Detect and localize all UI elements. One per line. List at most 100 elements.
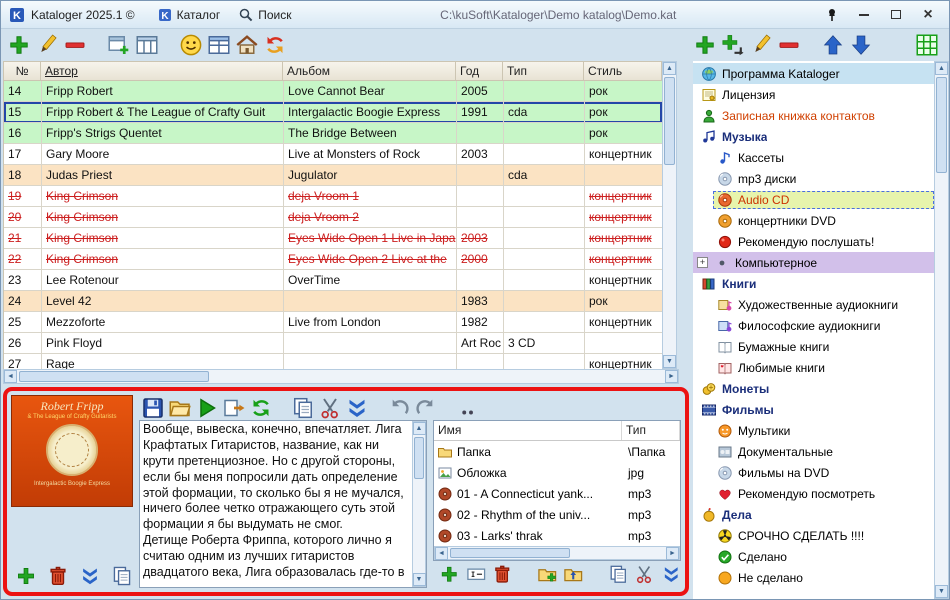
chevrons-down-button[interactable] — [79, 564, 101, 588]
description-text[interactable]: Вообще, вывеска, конечно, впечатляет. Ли… — [143, 422, 410, 586]
add-button[interactable] — [15, 564, 37, 588]
add-child-button[interactable] — [107, 33, 131, 57]
table-row[interactable]: 19 King Crimson deja Vroom 1 концертник — [4, 186, 662, 207]
tree-item[interactable]: Дела — [693, 504, 934, 525]
open-button[interactable] — [168, 396, 192, 420]
tree-item[interactable]: Книги — [693, 273, 934, 294]
folder-add-button[interactable] — [537, 563, 558, 587]
more-button[interactable] — [456, 396, 480, 420]
add-button[interactable] — [7, 33, 31, 57]
files-column-name[interactable]: Имя — [434, 421, 622, 440]
cut-button[interactable] — [634, 563, 655, 587]
description-vscrollbar[interactable]: ▲ ▼ — [412, 421, 426, 587]
home-button[interactable] — [235, 33, 259, 57]
play-button[interactable] — [195, 396, 219, 420]
file-row[interactable]: 02 - Rhythm of the univ... mp3 — [434, 504, 680, 525]
arrow-up-button[interactable] — [821, 33, 845, 57]
rename-button[interactable] — [466, 563, 487, 587]
expand-marker[interactable]: + — [697, 257, 708, 268]
table-row[interactable]: 16 Fripp's Strigs Quentet The Bridge Betwe… — [4, 123, 662, 144]
smiley-button[interactable] — [179, 33, 203, 57]
cut-button[interactable] — [318, 396, 342, 420]
tree-vscrollbar[interactable]: ▲ ▼ — [934, 61, 949, 599]
grid-green-button[interactable] — [915, 33, 939, 57]
add-sub-button[interactable] — [721, 33, 745, 57]
tree-item[interactable]: концертники DVD — [693, 210, 934, 231]
scroll-right-arrow[interactable]: ► — [665, 370, 678, 383]
tree-item[interactable]: Бумажные книги — [693, 336, 934, 357]
tree-item[interactable]: Философские аудиокниги — [693, 315, 934, 336]
table-vscrollbar[interactable]: ▲ ▼ — [662, 61, 677, 369]
tree-item[interactable]: Любимые книги — [693, 357, 934, 378]
column-header[interactable]: Автор — [41, 61, 283, 81]
table-row[interactable]: 22 King Crimson Eyes Wide Open 2 Live at t… — [4, 249, 662, 270]
tree-item[interactable]: Записная книжка контактов — [693, 105, 934, 126]
scroll-up-arrow[interactable]: ▲ — [935, 62, 948, 75]
tree-item[interactable]: Лицензия — [693, 84, 934, 105]
maximize-button[interactable] — [883, 5, 909, 25]
trash-button[interactable] — [492, 563, 513, 587]
folder-up-button[interactable] — [563, 563, 584, 587]
tree-item[interactable]: Фильмы на DVD — [693, 462, 934, 483]
undo-button[interactable] — [387, 396, 411, 420]
pin-button[interactable] — [819, 5, 845, 25]
table-row[interactable]: 24 Level 42 1983 рок — [4, 291, 662, 312]
edit-button[interactable] — [749, 33, 773, 57]
scroll-left-arrow[interactable]: ◄ — [435, 546, 448, 560]
chevrons-down-button[interactable] — [345, 396, 369, 420]
scroll-right-arrow[interactable]: ► — [666, 546, 679, 560]
scroll-thumb[interactable] — [19, 371, 209, 382]
copy-button[interactable] — [608, 563, 629, 587]
table-row[interactable]: 20 King Crimson deja Vroom 2 концертник — [4, 207, 662, 228]
table-row[interactable]: 27 Rage концертник — [4, 354, 662, 369]
table-row[interactable]: 14 Fripp Robert Love Cannot Bear 2005 рок — [4, 81, 662, 102]
column-header[interactable]: Тип — [503, 61, 584, 81]
arrow-down-button[interactable] — [849, 33, 873, 57]
table-row[interactable]: 21 King Crimson Eyes Wide Open 1 Live in J… — [4, 228, 662, 249]
edit-button[interactable] — [35, 33, 59, 57]
tree-item[interactable]: Художественные аудиокниги — [693, 294, 934, 315]
file-row[interactable]: 01 - A Connecticut yank... mp3 — [434, 483, 680, 504]
table-hscrollbar[interactable]: ◄ ► — [3, 369, 679, 384]
tree-item[interactable]: Рекомендую послушать! — [693, 231, 934, 252]
scroll-left-arrow[interactable]: ◄ — [4, 370, 17, 383]
menu-catalog[interactable]: K Каталог — [151, 5, 227, 25]
save-button[interactable] — [141, 396, 165, 420]
tree-item[interactable]: mp3 диски — [693, 168, 934, 189]
description-editor[interactable]: Вообще, вывеска, конечно, впечатляет. Ли… — [139, 420, 427, 588]
table-row[interactable]: 17 Gary Moore Live at Monsters of Rock 2003… — [4, 144, 662, 165]
tree-item[interactable]: Фильмы — [693, 399, 934, 420]
scroll-thumb[interactable] — [450, 548, 570, 558]
files-hscrollbar[interactable]: ◄ ► — [434, 546, 680, 560]
tree-item[interactable]: Сделано — [693, 546, 934, 567]
tree-item[interactable]: Документальные — [693, 441, 934, 462]
table-row[interactable]: 15 Fripp Robert & The League of Crafty Gu… — [4, 102, 662, 123]
menu-search[interactable]: Поиск — [232, 5, 297, 25]
table-view-button[interactable] — [207, 33, 231, 57]
column-header[interactable]: Год — [456, 61, 503, 81]
copy-button[interactable] — [111, 564, 133, 588]
tree-item[interactable]: Рекомендую посмотреть — [693, 483, 934, 504]
column-header[interactable]: Альбом — [283, 61, 456, 81]
tree-item[interactable]: Мультики — [693, 420, 934, 441]
file-row[interactable]: Папка \Папка — [434, 441, 680, 462]
column-header[interactable]: № — [3, 61, 41, 81]
columns-button[interactable] — [135, 33, 159, 57]
scroll-down-arrow[interactable]: ▼ — [663, 355, 676, 368]
scroll-thumb[interactable] — [936, 77, 947, 173]
scroll-down-arrow[interactable]: ▼ — [412, 573, 426, 586]
del-button[interactable] — [63, 33, 87, 57]
tree-item[interactable]: Кассеты — [693, 147, 934, 168]
del-button[interactable] — [777, 33, 801, 57]
scroll-up-arrow[interactable]: ▲ — [412, 422, 426, 435]
tree-item[interactable]: + Компьютерное — [693, 252, 934, 273]
tree-item[interactable]: СРОЧНО СДЕЛАТЬ !!!! — [693, 525, 934, 546]
add-button[interactable] — [439, 563, 460, 587]
table-row[interactable]: 25 Mezzoforte Live from London 1982 концертн… — [4, 312, 662, 333]
add-button[interactable] — [693, 33, 717, 57]
minimize-button[interactable] — [851, 5, 877, 25]
trash-button[interactable] — [47, 564, 69, 588]
export-button[interactable] — [222, 396, 246, 420]
file-row[interactable]: Обложка jpg — [434, 462, 680, 483]
column-header[interactable]: Стиль — [584, 61, 662, 81]
